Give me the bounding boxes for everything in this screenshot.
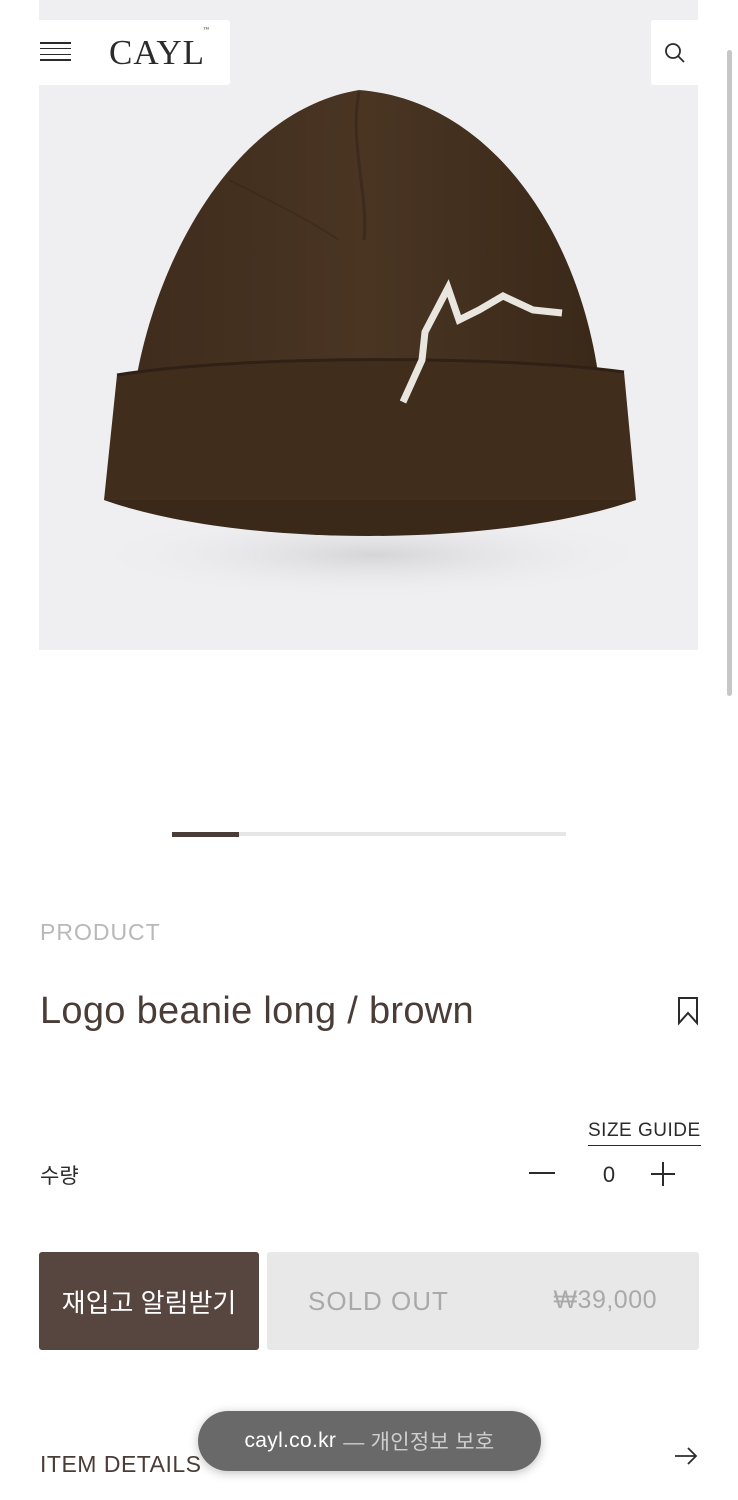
arrow-right-icon[interactable]	[673, 1445, 699, 1467]
quantity-decrease-button[interactable]	[529, 1172, 555, 1174]
scrollbar[interactable]	[727, 50, 732, 696]
quantity-increase-button[interactable]	[651, 1162, 675, 1186]
quantity-label: 수량	[40, 1165, 79, 1188]
hamburger-menu-icon[interactable]	[40, 42, 71, 64]
bookmark-icon[interactable]	[676, 996, 700, 1026]
site-header: CAYL™	[20, 20, 230, 85]
quantity-value: 0	[602, 1162, 616, 1187]
brand-trademark: ™	[203, 27, 210, 34]
privacy-domain: cayl.co.kr	[244, 1429, 337, 1452]
search-icon	[665, 42, 685, 63]
privacy-banner[interactable]: cayl.co.kr — 개인정보 보호	[198, 1411, 541, 1471]
brand-logo[interactable]: CAYL™	[109, 27, 210, 73]
sold-out-label: SOLD OUT	[308, 1286, 449, 1316]
item-details-link[interactable]: ITEM DETAILS	[40, 1451, 202, 1478]
product-price: ₩39,000	[553, 1286, 657, 1314]
product-title: Logo beanie long / brown	[40, 990, 474, 1032]
brand-name: CAYL	[109, 33, 206, 72]
size-guide-link[interactable]: SIZE GUIDE	[588, 1120, 701, 1146]
product-category: PRODUCT	[40, 919, 161, 945]
restock-alert-button[interactable]: 재입고 알림받기	[39, 1252, 259, 1350]
gallery-progress-indicator	[172, 832, 239, 837]
search-button[interactable]	[651, 20, 699, 85]
privacy-text: — 개인정보 보호	[343, 1431, 495, 1454]
product-image[interactable]	[39, 0, 698, 650]
beanie-illustration	[84, 90, 664, 600]
sold-out-button[interactable]: SOLD OUT ₩39,000	[267, 1252, 699, 1350]
